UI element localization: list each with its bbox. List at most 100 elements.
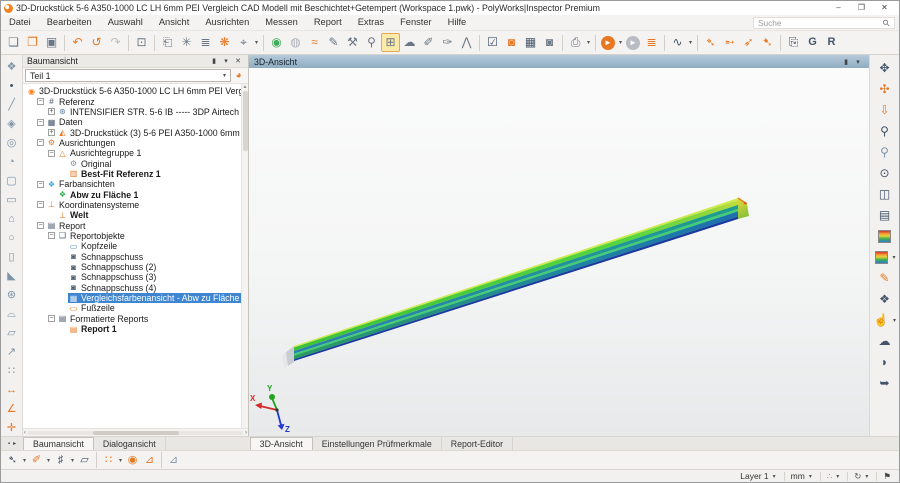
display-settings-icon[interactable]: ▤ [875,206,895,225]
collapse-icon[interactable]: − [48,149,55,157]
align-to-plane-icon[interactable]: ⇩ [875,101,895,120]
gage-r-icon[interactable]: R [822,33,841,52]
notifications-bell[interactable]: ⚑ [880,471,894,482]
expand-icon[interactable]: + [48,129,55,137]
zoom-probe-icon[interactable]: ⚲ [362,33,381,52]
expand-icon[interactable]: + [48,108,55,116]
tree-vertical-scrollbar[interactable]: ▲ [241,84,248,428]
checklist-icon[interactable]: ☑ [483,33,502,52]
play-sequence-icon[interactable]: ► [601,35,615,50]
align-tool-1-icon[interactable]: ⊿ [141,452,158,469]
camera-icon[interactable]: ◙ [540,33,559,52]
snapshot-panel-icon[interactable]: ⊞ [381,33,400,52]
dock-arrow-icon[interactable]: ▸ [13,440,16,447]
probe-tool-1-icon[interactable]: ✐ [419,33,438,52]
feature-surface-icon[interactable]: ⌓ [3,305,21,324]
tree-item-color-views-group[interactable]: − ❖ Farbansichten [23,179,241,189]
axis-tool-icon[interactable]: ⌖ [234,33,253,52]
measure-distance-icon[interactable]: ↔ [3,381,21,400]
screen-capture-icon[interactable]: ➥ [875,374,895,393]
report-table-icon[interactable]: ▦ [521,33,540,52]
spc-chart-icon[interactable]: ∿ [668,33,687,52]
digital-readout-icon[interactable]: ≣ [196,33,215,52]
feature-circle-icon[interactable]: ◎ [3,134,21,153]
menu-hilfe[interactable]: Hilfe [440,15,475,30]
scene-clapper-icon[interactable]: ▱ [76,452,93,469]
probe-comp-2-icon[interactable]: ➵ [720,33,739,52]
probe-doc-icon[interactable]: ⎘ [784,33,803,52]
collapse-icon[interactable]: − [37,180,44,188]
collapse-icon[interactable]: − [37,222,44,230]
colormap-edit-icon[interactable]: ✎ [875,269,895,288]
part-selector-combobox[interactable]: Teil 1 ▾ [25,69,231,82]
menu-ausrichten[interactable]: Ausrichten [197,15,257,30]
compare-colormap-icon[interactable] [874,251,888,264]
tree-item-best-fit[interactable]: ▥ Best-Fit Referenz 1 [23,169,241,179]
tree-item-report-group[interactable]: − ▤ Report [23,220,241,231]
close-icon[interactable]: ✕ [232,57,244,65]
tree-item-snapshot[interactable]: ◙ Schnappschuss [23,252,241,262]
menu-ansicht[interactable]: Ansicht [151,15,198,30]
scroll-up-icon[interactable]: ▲ [243,84,248,90]
play-idle-icon[interactable]: ► [626,35,640,50]
probe-comp-4-icon[interactable]: ➷ [758,33,777,52]
feature-sphere-icon[interactable]: ⊛ [3,286,21,305]
probe-single-point-icon[interactable]: ➴ [4,452,21,469]
tree-item-csys-world[interactable]: ⊥ Welt [23,210,241,220]
scroll-left-icon[interactable]: ‹ [24,430,26,436]
feature-polygon-icon[interactable]: ⌂ [3,210,21,229]
report-page-icon[interactable]: ⎙ [566,33,585,52]
colormap-icon[interactable] [878,230,891,243]
select-pointer-icon[interactable]: ☝ [871,311,891,330]
compare-colormap-dropdown[interactable]: ▾ [891,254,898,261]
gray-model-icon[interactable]: ◍ [286,33,305,52]
tree-item-alignments-group[interactable]: − ⚙ Ausrichtungen [23,138,241,148]
probe-single-point-dropdown[interactable]: ▾ [21,457,28,464]
feature-vector-icon[interactable]: ↗ [3,343,21,362]
tree-item-header-object[interactable]: ▭ Kopfzeile [23,241,241,251]
collapse-icon[interactable]: − [37,201,44,209]
scroll-right-icon[interactable]: › [245,430,247,436]
feature-cylinder-icon[interactable]: ▯ [3,248,21,267]
tree-item-data-group[interactable]: − ▦ Daten [23,117,241,127]
scrollbar-track[interactable] [28,430,243,435]
cmm-device-icon[interactable]: ⚒ [343,33,362,52]
probe-pen-icon[interactable]: ✎ [324,33,343,52]
pin-icon[interactable]: ▮ [208,57,220,65]
new-document-icon[interactable]: ❏ [4,33,23,52]
zoom-region-icon[interactable]: ⚲ [875,122,895,141]
feature-grid-icon[interactable]: ❖ [3,58,21,77]
curve-tools-icon[interactable]: ≈ [305,33,324,52]
menu-auswahl[interactable]: Auswahl [100,15,151,30]
gage-g-icon[interactable]: G [803,33,822,52]
compare-add-icon[interactable]: ❖ [875,290,895,309]
scrollbar-thumb[interactable] [92,430,179,435]
tree-item-report-objects[interactable]: − ❏ Reportobjekte [23,231,241,241]
feature-point-cloud-icon[interactable]: ∷ [3,362,21,381]
select-pointer-dropdown[interactable]: ▾ [891,317,898,324]
menu-extras[interactable]: Extras [350,15,392,30]
tree-item-alignment-original[interactable]: ⚙ Original [23,158,241,169]
open-workspace-icon[interactable]: ❐ [23,33,42,52]
tree-item-csys-group[interactable]: − ⊥ Koordinatensysteme [23,200,241,210]
laser-align-icon[interactable]: ✳ [177,33,196,52]
undo-icon[interactable]: ↶ [68,33,87,52]
tree-item-reference[interactable]: − # Referenz [23,96,241,107]
search-input[interactable]: Suche ⚲ [753,16,895,29]
view-3d-canvas[interactable]: X Y Z [249,68,869,436]
collapse-icon[interactable]: − [37,98,44,106]
menu-datei[interactable]: Datei [1,15,39,30]
camera-add-icon[interactable]: ◙ [502,33,521,52]
part-icon[interactable]: ◕ [231,70,246,81]
tree-item-alignment-group[interactable]: − △ Ausrichtegruppe 1 [23,148,241,158]
feature-rectangle-icon[interactable]: ▭ [3,191,21,210]
layer-selector[interactable]: Layer 1 ▾ [737,471,780,481]
point-cloud-tools-icon[interactable]: ∷ [100,452,117,469]
tree-item-data-object[interactable]: + ◭ 3D-Druckstück (3) 5-6 PEI A350-1000 6m… [23,127,241,138]
menu-report[interactable]: Report [306,15,350,30]
device-position-icon[interactable]: ❋ [215,33,234,52]
scrollbar-thumb[interactable] [242,91,248,151]
save-workspace-icon[interactable]: ▣ [42,33,61,52]
tab-baumansicht[interactable]: Baumansicht [23,437,94,450]
tab-einstellungen-prüfmerkmale[interactable]: Einstellungen Prüfmerkmale [313,437,442,450]
